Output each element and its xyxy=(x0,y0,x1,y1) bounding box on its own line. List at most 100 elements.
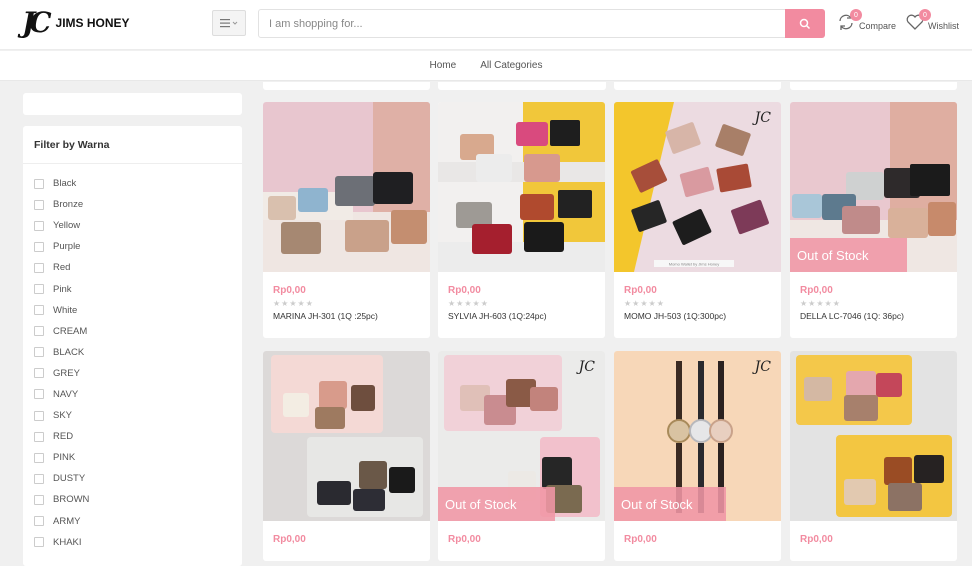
product-image[interactable]: Out of Stock xyxy=(790,102,957,272)
product-card[interactable]: JC Out of Stock Rp0,00 xyxy=(614,351,781,561)
out-of-stock-badge: Out of Stock xyxy=(438,487,555,521)
filter-option-label: Red xyxy=(53,262,71,274)
brand-watermark-icon: JC xyxy=(754,359,771,375)
product-card[interactable]: Rp0,00 xyxy=(790,351,957,561)
filter-option[interactable]: DUSTY xyxy=(23,468,242,489)
filter-panel: Filter by Warna Black Bronze Yellow Purp… xyxy=(23,126,242,566)
rating-stars: ★★★★★ xyxy=(624,299,665,308)
nav-all-categories[interactable]: All Categories xyxy=(480,60,542,71)
filter-option[interactable]: Bronze xyxy=(23,194,242,215)
filter-option-label: White xyxy=(53,304,78,316)
filter-option[interactable]: White xyxy=(23,300,242,321)
product-card[interactable]: Out of Stock Rp0,00 ★★★★★ DELLA LC-7046 … xyxy=(790,102,957,338)
filter-option-label: BROWN xyxy=(53,494,90,506)
checkbox[interactable] xyxy=(34,284,44,295)
checkbox[interactable] xyxy=(34,494,44,505)
rating-stars: ★★★★★ xyxy=(800,299,841,308)
filter-option[interactable]: CREAM xyxy=(23,321,242,342)
filter-option[interactable]: Black xyxy=(23,173,242,194)
filter-option[interactable]: KHAKI xyxy=(23,532,242,553)
checkbox[interactable] xyxy=(34,305,44,316)
out-of-stock-badge: Out of Stock xyxy=(790,238,907,272)
filter-option-label: PINK xyxy=(53,452,76,464)
product-card[interactable]: Rp0,00 ★★★★★ SYLVIA JH-603 (1Q:24pc) xyxy=(438,102,605,338)
product-image[interactable]: Momo Wallet by Jims Honey JC xyxy=(614,102,781,272)
checkbox[interactable] xyxy=(34,516,44,527)
checkbox[interactable] xyxy=(34,262,44,273)
checkbox[interactable] xyxy=(34,220,44,231)
product-price: Rp0,00 xyxy=(273,285,306,296)
product-name[interactable]: MARINA JH-301 (1Q :25pc) xyxy=(273,311,420,321)
checkbox[interactable] xyxy=(34,431,44,442)
logo[interactable]: JC JIMS HONEY xyxy=(22,8,130,38)
checkbox[interactable] xyxy=(34,199,44,210)
filter-option[interactable]: GREY xyxy=(23,363,242,384)
category-menu-button[interactable] xyxy=(212,10,246,36)
checkbox[interactable] xyxy=(34,241,44,252)
filter-option-label: ARMY xyxy=(53,515,81,527)
wishlist-link[interactable]: 0 Wishlist xyxy=(905,9,959,32)
product-name[interactable]: MOMO JH-503 (1Q:300pc) xyxy=(624,311,771,321)
compare-link[interactable]: 0 Compare xyxy=(836,9,897,32)
search-input[interactable] xyxy=(258,9,786,38)
product-image[interactable] xyxy=(263,351,430,521)
checkbox[interactable] xyxy=(34,537,44,548)
checkbox[interactable] xyxy=(34,389,44,400)
product-price: Rp0,00 xyxy=(800,534,833,545)
product-card[interactable]: JC Out of Stock Rp0,00 xyxy=(438,351,605,561)
filter-title: Filter by Warna xyxy=(23,126,242,164)
checkbox[interactable] xyxy=(34,347,44,358)
filter-option[interactable]: Purple xyxy=(23,236,242,257)
product-image[interactable] xyxy=(438,102,605,272)
filter-option-label: Pink xyxy=(53,283,72,295)
product-image[interactable] xyxy=(263,102,430,272)
product-image[interactable] xyxy=(790,351,957,521)
product-price: Rp0,00 xyxy=(624,285,657,296)
filter-option-label: Purple xyxy=(53,241,81,253)
filter-option[interactable]: BROWN xyxy=(23,489,242,510)
product-image[interactable]: JC Out of Stock xyxy=(438,351,605,521)
filter-option[interactable]: NAVY xyxy=(23,384,242,405)
filter-option[interactable]: ARMY xyxy=(23,511,242,532)
checkbox[interactable] xyxy=(34,368,44,379)
filter-option[interactable]: BLACK xyxy=(23,342,242,363)
filter-option[interactable]: Yellow xyxy=(23,215,242,236)
checkbox[interactable] xyxy=(34,452,44,463)
card-edge xyxy=(614,82,781,90)
product-card[interactable]: Rp0,00 ★★★★★ MARINA JH-301 (1Q :25pc) xyxy=(263,102,430,338)
filter-option[interactable]: RED xyxy=(23,426,242,447)
filter-option-label: Yellow xyxy=(53,220,81,232)
product-price: Rp0,00 xyxy=(800,285,833,296)
filter-option[interactable]: PINK xyxy=(23,447,242,468)
product-price: Rp0,00 xyxy=(273,534,306,545)
wishlist-count-badge: 0 xyxy=(919,9,931,21)
compare-count-badge: 0 xyxy=(850,9,862,21)
filter-option[interactable]: Pink xyxy=(23,278,242,299)
main-nav: Home All Categories xyxy=(0,51,972,81)
wishlist-label: Wishlist xyxy=(928,21,959,31)
rating-stars: ★★★★★ xyxy=(448,299,489,308)
product-card[interactable]: Momo Wallet by Jims Honey JC Rp0,00 ★★★★… xyxy=(614,102,781,338)
filter-option[interactable]: Red xyxy=(23,257,242,278)
nav-home[interactable]: Home xyxy=(430,60,457,71)
checkbox[interactable] xyxy=(34,326,44,337)
compare-label: Compare xyxy=(859,21,897,31)
checkbox[interactable] xyxy=(34,410,44,421)
sidebar-panel xyxy=(23,93,242,115)
checkbox[interactable] xyxy=(34,473,44,484)
brand-watermark-icon: JC xyxy=(578,359,595,375)
product-image[interactable]: JC Out of Stock xyxy=(614,351,781,521)
product-price: Rp0,00 xyxy=(624,534,657,545)
product-price: Rp0,00 xyxy=(448,285,481,296)
product-card[interactable]: Rp0,00 xyxy=(263,351,430,561)
product-name[interactable]: DELLA LC-7046 (1Q: 36pc) xyxy=(800,311,947,321)
filter-option-label: BLACK xyxy=(53,346,85,358)
search-button[interactable] xyxy=(785,9,825,38)
menu-icon xyxy=(220,19,238,28)
filter-option-label: KHAKI xyxy=(53,536,82,548)
logo-mark: JC xyxy=(22,6,51,39)
card-edge xyxy=(263,82,430,90)
filter-option[interactable]: SKY xyxy=(23,405,242,426)
product-name[interactable]: SYLVIA JH-603 (1Q:24pc) xyxy=(448,311,595,321)
checkbox[interactable] xyxy=(34,178,44,189)
